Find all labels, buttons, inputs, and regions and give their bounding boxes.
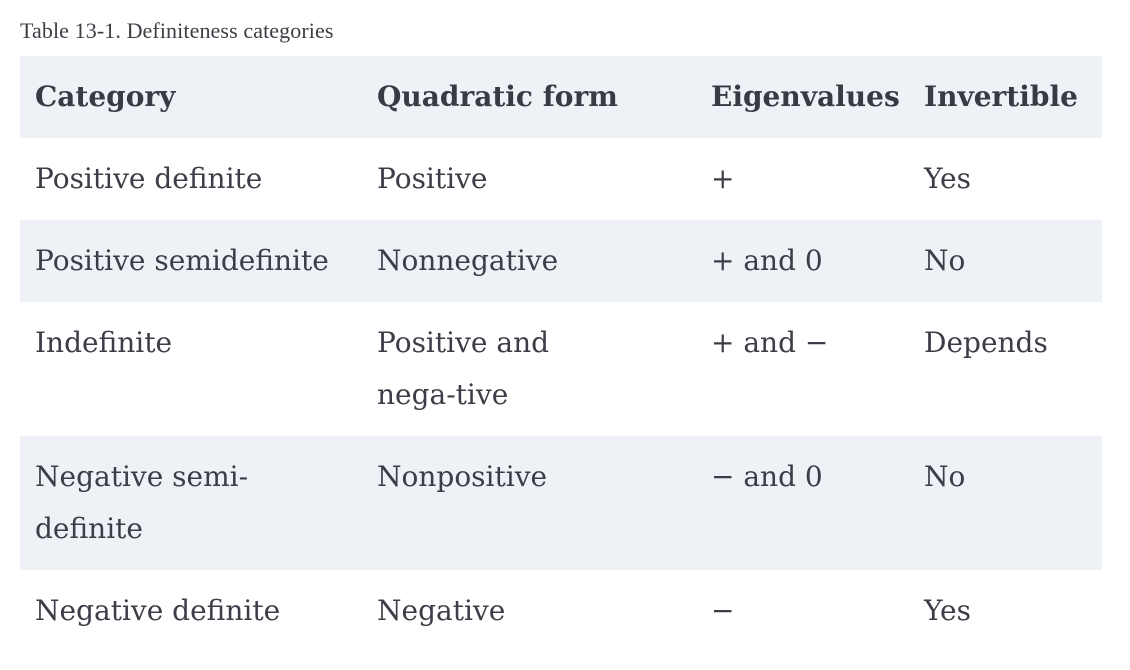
cell-eigenvalues: + and − <box>711 326 829 359</box>
header-eigenvalues: Eigenvalues <box>711 80 900 113</box>
table-row: Negative definite Negative − Yes <box>20 570 1102 652</box>
table-body: Positive definite Positive + Yes Positiv… <box>20 138 1102 652</box>
header-invertible: Invertible <box>924 80 1078 113</box>
cell-category: Indefinite <box>35 326 173 359</box>
cell-eigenvalues: − and 0 <box>711 460 823 493</box>
cell-category: Negative semi-definite <box>35 460 249 545</box>
table-header: Category Quadratic form Eigenvalues Inve… <box>20 56 1102 138</box>
header-quadratic-form: Quadratic form <box>377 80 618 113</box>
cell-category: Positive definite <box>35 162 263 195</box>
header-row: Category Quadratic form Eigenvalues Inve… <box>20 56 1102 138</box>
cell-quadratic-form: Negative <box>377 594 506 627</box>
cell-quadratic-form: Positive <box>377 162 488 195</box>
cell-eigenvalues: − <box>711 594 735 627</box>
cell-quadratic-form: Nonpositive <box>377 460 548 493</box>
cell-eigenvalues: + <box>711 162 735 195</box>
cell-quadratic-form: Positive and nega-tive <box>377 326 550 411</box>
cell-invertible: No <box>924 244 966 277</box>
cell-invertible: Yes <box>924 162 971 195</box>
cell-invertible: No <box>924 460 966 493</box>
table-row: Negative semi-definite Nonpositive − and… <box>20 436 1102 570</box>
header-category: Category <box>35 80 176 113</box>
table-row: Positive definite Positive + Yes <box>20 138 1102 220</box>
table-row: Positive semidefinite Nonnegative + and … <box>20 220 1102 302</box>
table-caption: Table 13-1. Definiteness categories <box>20 18 334 43</box>
cell-invertible: Depends <box>924 326 1048 359</box>
cell-quadratic-form: Nonnegative <box>377 244 559 277</box>
cell-category: Negative definite <box>35 594 281 627</box>
definiteness-table: Category Quadratic form Eigenvalues Inve… <box>20 56 1102 652</box>
table-row: Indefinite Positive and nega-tive + and … <box>20 302 1102 436</box>
cell-invertible: Yes <box>924 594 971 627</box>
cell-category: Positive semidefinite <box>35 244 329 277</box>
cell-eigenvalues: + and 0 <box>711 244 823 277</box>
